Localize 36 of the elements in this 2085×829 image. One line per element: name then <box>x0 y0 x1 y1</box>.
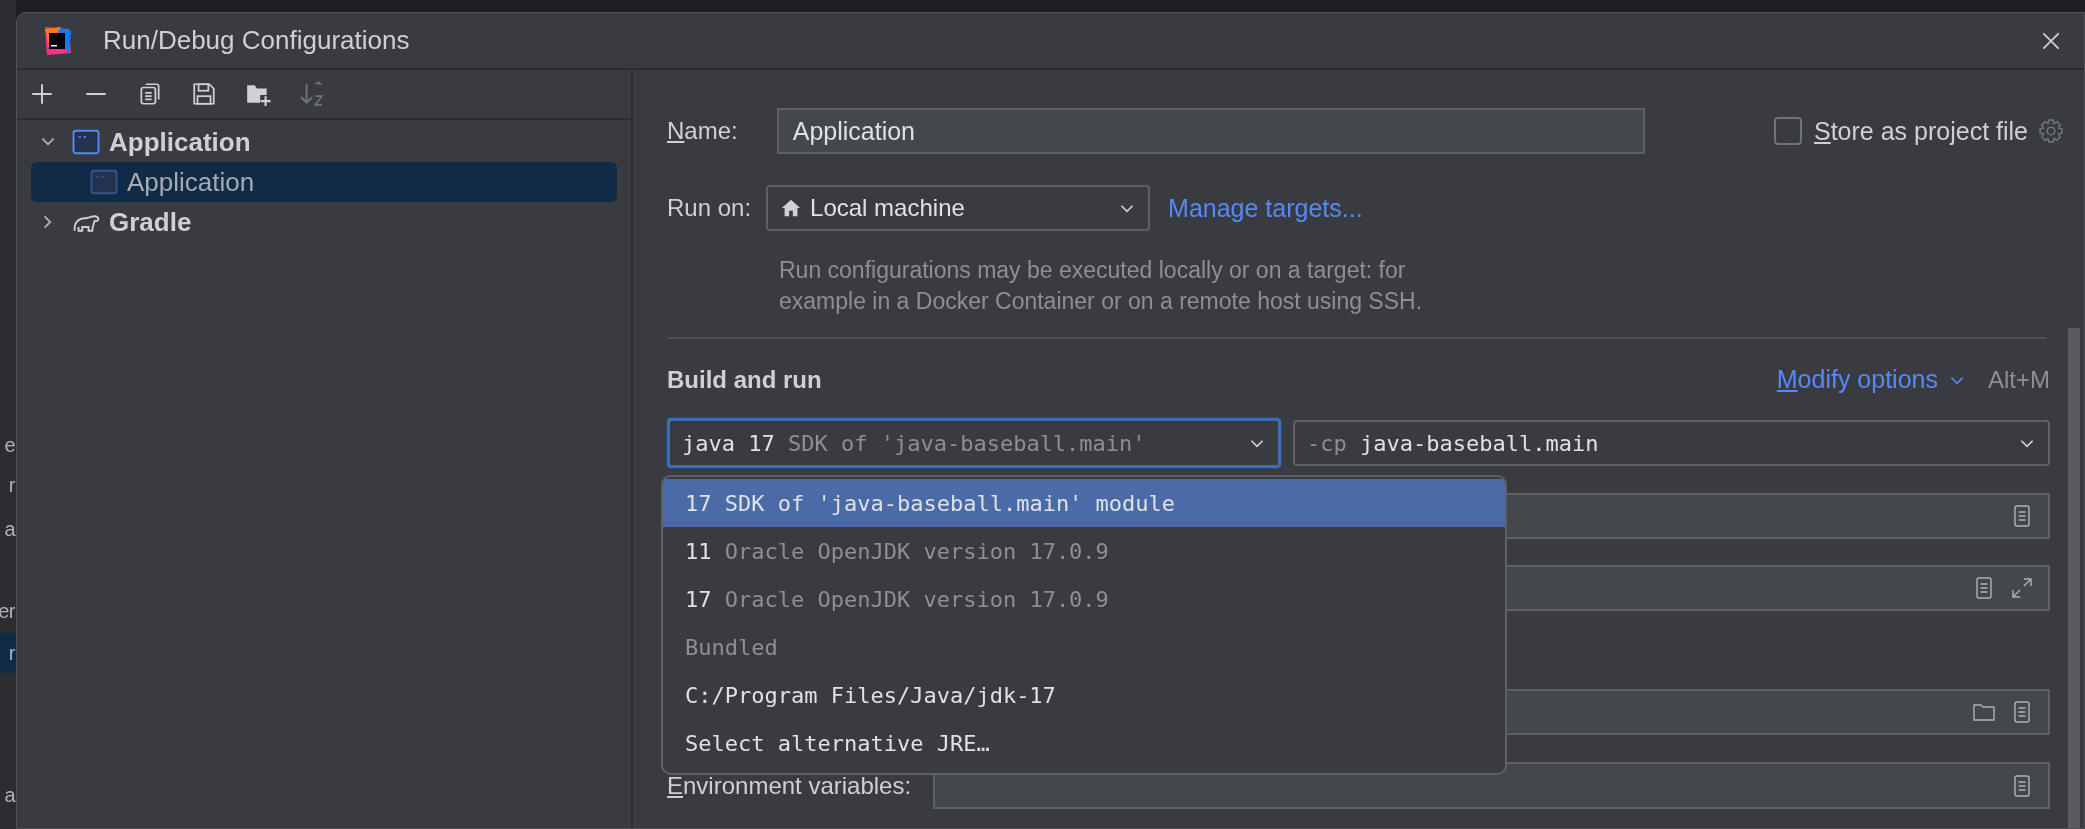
dropdown-option[interactable]: Select alternative JRE… <box>663 719 1505 767</box>
scrollbar[interactable] <box>2068 328 2080 828</box>
help-text: Run configurations may be executed locally or on a target: for example in a Docker Container or on a remote host using SSH. <box>779 256 1424 316</box>
save-icon[interactable] <box>191 81 217 107</box>
expand-icon[interactable] <box>2010 576 2034 600</box>
settings-icon[interactable] <box>2038 118 2064 144</box>
tree-item[interactable]: Application <box>31 122 617 162</box>
application-icon <box>71 127 101 157</box>
section-title: Build and run <box>667 365 822 394</box>
tree-item[interactable]: Gradle <box>31 202 617 242</box>
dropdown-option[interactable]: 11 Oracle OpenJDK version 17.0.9 <box>663 527 1505 575</box>
dropdown-option[interactable]: 17 SDK of 'java-baseball.main' module <box>663 479 1505 527</box>
dropdown-option[interactable]: 17 Oracle OpenJDK version 17.0.9 <box>663 575 1505 623</box>
name-field[interactable]: Application <box>776 108 1645 154</box>
editor-text: r <box>0 633 16 673</box>
name-label: Name: <box>667 117 738 145</box>
run-on-label: Run on: <box>667 194 752 222</box>
run-on-dropdown[interactable]: Local machine <box>766 185 1151 231</box>
editor-text: e <box>3 433 16 458</box>
editor-text: a <box>3 783 16 808</box>
store-label[interactable]: Store as project file <box>1814 116 2028 146</box>
home-icon <box>780 197 803 219</box>
window-title: Run/Debug Configurations <box>103 25 410 56</box>
environment-variables-label: Environment variables: <box>667 771 912 800</box>
store-checkbox[interactable] <box>1774 117 1802 145</box>
jre-dropdown[interactable]: java 17 SDK of 'java-baseball.main' <box>667 418 1281 468</box>
editor-text: r <box>7 473 16 498</box>
editor-text: a <box>3 517 16 542</box>
dropdown-option[interactable]: C:/Program Files/Java/jdk-17 <box>663 671 1505 719</box>
tree-item[interactable]: Application <box>31 162 617 202</box>
shortcut-label: Alt+M <box>1988 365 2050 394</box>
classpath-dropdown[interactable]: -cp java-baseball.main <box>1293 420 2050 466</box>
copy-icon[interactable] <box>137 81 163 107</box>
dropdown-option: Bundled <box>663 623 1505 671</box>
add-icon[interactable] <box>29 81 55 107</box>
application-icon <box>89 167 119 197</box>
